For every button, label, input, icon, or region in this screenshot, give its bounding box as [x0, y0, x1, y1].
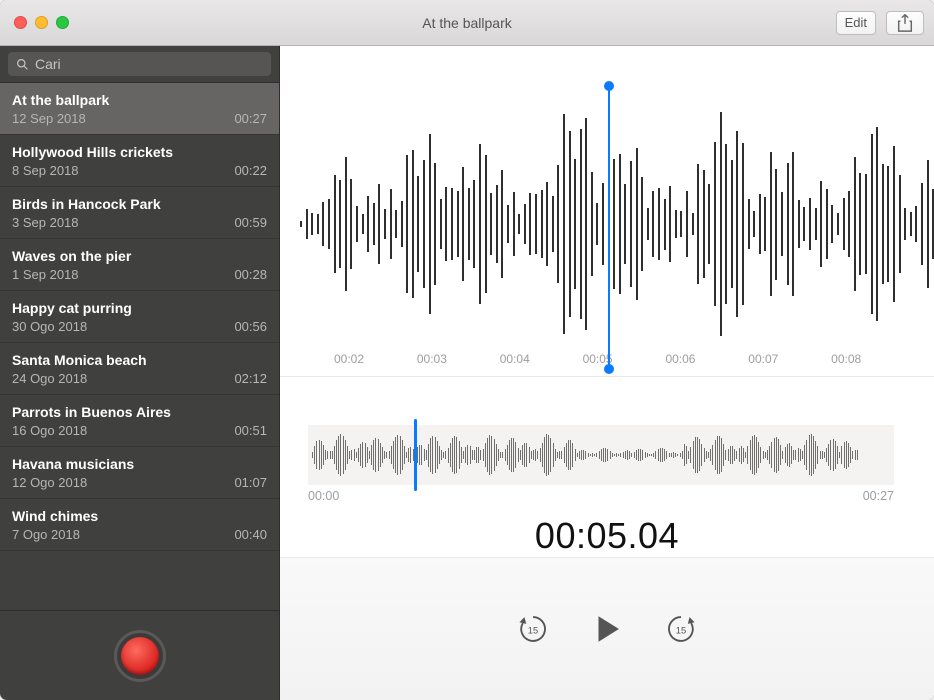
ruler-tick: 00:06	[665, 352, 748, 366]
recording-title: Wind chimes	[12, 508, 267, 524]
recording-title: Parrots in Buenos Aires	[12, 404, 267, 420]
recording-date: 30 Ogo 2018	[12, 319, 87, 334]
recording-date: 24 Ogo 2018	[12, 371, 87, 386]
ruler-tick: 00:05	[583, 352, 666, 366]
list-item[interactable]: At the ballpark 12 Sep 2018 00:27	[0, 83, 279, 135]
recording-date: 1 Sep 2018	[12, 267, 79, 282]
recording-title: Hollywood Hills crickets	[12, 144, 267, 160]
sidebar-footer	[0, 610, 279, 700]
recording-duration: 00:27	[234, 111, 267, 126]
recording-duration: 00:40	[234, 527, 267, 542]
recording-duration: 01:07	[234, 475, 267, 490]
recording-title: Havana musicians	[12, 456, 267, 472]
list-item[interactable]: Happy cat purring 30 Ogo 2018 00:56	[0, 291, 279, 343]
recording-duration: 00:59	[234, 215, 267, 230]
recording-duration: 00:56	[234, 319, 267, 334]
list-item[interactable]: Hollywood Hills crickets 8 Sep 2018 00:22	[0, 135, 279, 187]
app-window: At the ballpark Edit Cari	[0, 0, 934, 700]
play-button[interactable]	[590, 612, 624, 646]
recording-title: Birds in Hancock Park	[12, 196, 267, 212]
recording-title: Waves on the pier	[12, 248, 267, 264]
recording-title: Santa Monica beach	[12, 352, 267, 368]
svg-text:15: 15	[676, 625, 686, 635]
recording-duration: 00:51	[234, 423, 267, 438]
ruler-tick: 00:08	[831, 352, 914, 366]
recording-date: 8 Sep 2018	[12, 163, 79, 178]
waveform-overview[interactable]	[308, 425, 894, 485]
search-icon	[16, 58, 29, 71]
list-item[interactable]: Parrots in Buenos Aires 16 Ogo 2018 00:51	[0, 395, 279, 447]
svg-text:15: 15	[528, 625, 538, 635]
edit-button-label: Edit	[845, 15, 867, 30]
edit-button[interactable]: Edit	[836, 11, 876, 35]
recording-duration: 02:12	[234, 371, 267, 386]
play-icon	[590, 612, 624, 646]
search-input[interactable]: Cari	[8, 52, 271, 76]
overview-playhead[interactable]	[414, 419, 417, 491]
close-window-button[interactable]	[14, 16, 27, 29]
waveform-overview-section: 00:00 00:27	[280, 377, 934, 497]
recording-date: 16 Ogo 2018	[12, 423, 87, 438]
list-item[interactable]: Wind chimes 7 Ogo 2018 00:40	[0, 499, 279, 551]
recording-title: At the ballpark	[12, 92, 267, 108]
search-container: Cari	[0, 46, 279, 83]
playhead[interactable]	[608, 86, 610, 369]
list-item[interactable]: Santa Monica beach 24 Ogo 2018 02:12	[0, 343, 279, 395]
playback-controls: 15 15	[280, 557, 934, 700]
sidebar: Cari At the ballpark 12 Sep 2018 00:27 Holl…	[0, 46, 280, 700]
record-button[interactable]	[114, 630, 166, 682]
recording-title: Happy cat purring	[12, 300, 267, 316]
ruler-tick: 00:03	[417, 352, 500, 366]
recording-date: 3 Sep 2018	[12, 215, 79, 230]
share-button[interactable]	[886, 11, 924, 35]
record-icon	[121, 637, 159, 675]
ruler-tick: 00:04	[500, 352, 583, 366]
recording-duration: 00:22	[234, 163, 267, 178]
ruler-tick: 00:07	[748, 352, 831, 366]
recording-date: 7 Ogo 2018	[12, 527, 80, 542]
minimize-window-button[interactable]	[35, 16, 48, 29]
list-item[interactable]: Havana musicians 12 Ogo 2018 01:07	[0, 447, 279, 499]
share-icon	[897, 14, 913, 32]
recording-list[interactable]: At the ballpark 12 Sep 2018 00:27 Hollywood…	[0, 83, 279, 610]
skip-forward-15-button[interactable]: 15	[664, 612, 698, 646]
current-time-display: 00:05.04	[280, 497, 934, 557]
list-item[interactable]: Birds in Hancock Park 3 Sep 2018 00:59	[0, 187, 279, 239]
zoom-window-button[interactable]	[56, 16, 69, 29]
ruler-tick: 00:02	[334, 352, 417, 366]
skip-back-15-button[interactable]: 15	[516, 612, 550, 646]
waveform-detail[interactable]	[280, 46, 934, 341]
skip-back-icon: 15	[516, 612, 550, 646]
editor-panel: 00:0200:0300:0400:0500:0600:0700:08 00:0…	[280, 46, 934, 700]
window-title: At the ballpark	[0, 15, 934, 31]
window-controls	[14, 16, 69, 29]
list-item[interactable]: Waves on the pier 1 Sep 2018 00:28	[0, 239, 279, 291]
search-placeholder: Cari	[35, 56, 61, 72]
titlebar: At the ballpark Edit	[0, 0, 934, 46]
recording-date: 12 Sep 2018	[12, 111, 86, 126]
skip-forward-icon: 15	[664, 612, 698, 646]
recording-date: 12 Ogo 2018	[12, 475, 87, 490]
recording-duration: 00:28	[234, 267, 267, 282]
